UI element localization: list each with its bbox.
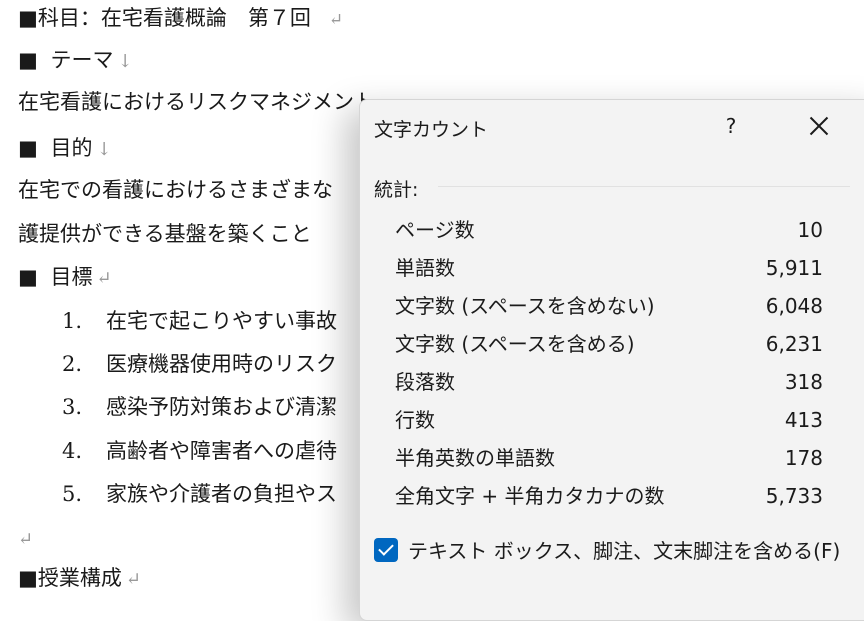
section-divider [438, 186, 850, 187]
list-item: 5. 家族や介護者の負担やス [62, 482, 337, 506]
stat-row-fullwidth-chars: 全角文字 + 半角カタカナの数 5,733 [395, 484, 823, 508]
goals-heading-line: ■ 目標 ↵ [18, 263, 112, 293]
paragraph-mark-icon: ↵ [328, 10, 344, 30]
purpose-text-1: 在宅での看護におけるさまざまな [18, 178, 333, 202]
statistics-label: 統計: [374, 179, 419, 201]
list-item: 2. 医療機器使用時のリスク [62, 352, 337, 376]
paragraph-mark-icon: ↵ [125, 569, 141, 590]
line-break-icon: ↓ [96, 139, 112, 160]
empty-paragraph: ↵ [18, 524, 33, 554]
line-break-icon: ↓ [117, 51, 133, 72]
dialog-title: 文字カウント [374, 119, 489, 141]
structure-heading: ■授業構成 [18, 566, 122, 590]
checkbox-checked-icon[interactable] [374, 538, 398, 562]
help-button[interactable]: ? [717, 112, 745, 140]
purpose-heading: 目的 [50, 136, 93, 160]
goals-heading: 目標 [50, 265, 93, 289]
theme-heading: テーマ [50, 48, 114, 72]
course-title-line: ■科目：在宅看護概論 第７回 ↵ [18, 4, 343, 34]
close-icon[interactable] [804, 112, 834, 142]
paragraph-mark-icon: ↵ [18, 529, 34, 550]
word-count-dialog: 文字カウント ? 統計: ページ数 10 単語数 5,911 文字数 (スペースを含… [359, 99, 864, 621]
bullet-square-icon: ■ [18, 136, 38, 160]
stat-row-pages: ページ数 10 [395, 218, 823, 242]
bullet-square-icon: ■ [18, 265, 38, 289]
include-textboxes-footnotes-label[interactable]: テキスト ボックス、脚注、文末脚注を含める(F) [408, 536, 840, 566]
stat-row-paragraphs: 段落数 318 [395, 370, 823, 394]
stat-row-words: 単語数 5,911 [395, 256, 823, 280]
structure-heading-line: ■授業構成 ↵ [18, 564, 141, 594]
stat-row-chars-with-spaces: 文字数 (スペースを含める) 6,231 [395, 332, 823, 356]
paragraph-mark-icon: ↵ [96, 268, 112, 289]
stat-row-lines: 行数 413 [395, 408, 823, 432]
purpose-heading-line: ■ 目的 ↓ [18, 134, 112, 164]
list-item: 1. 在宅で起こりやすい事故 [62, 309, 337, 333]
purpose-text-2: 護提供ができる基盤を築くこと [18, 222, 312, 246]
theme-text: 在宅看護におけるリスクマネジメント [18, 90, 375, 114]
theme-heading-line: ■ テーマ ↓ [18, 46, 133, 76]
list-item: 3. 感染予防対策および清潔 [62, 395, 337, 419]
bullet-square-icon: ■ [18, 48, 38, 72]
list-item: 4. 高齢者や障害者への虐待 [62, 439, 337, 463]
stat-row-halfwidth-words: 半角英数の単語数 178 [395, 446, 823, 470]
course-title: ■科目：在宅看護概論 第７回 [18, 6, 311, 30]
stat-row-chars-no-spaces: 文字数 (スペースを含めない) 6,048 [395, 294, 823, 318]
